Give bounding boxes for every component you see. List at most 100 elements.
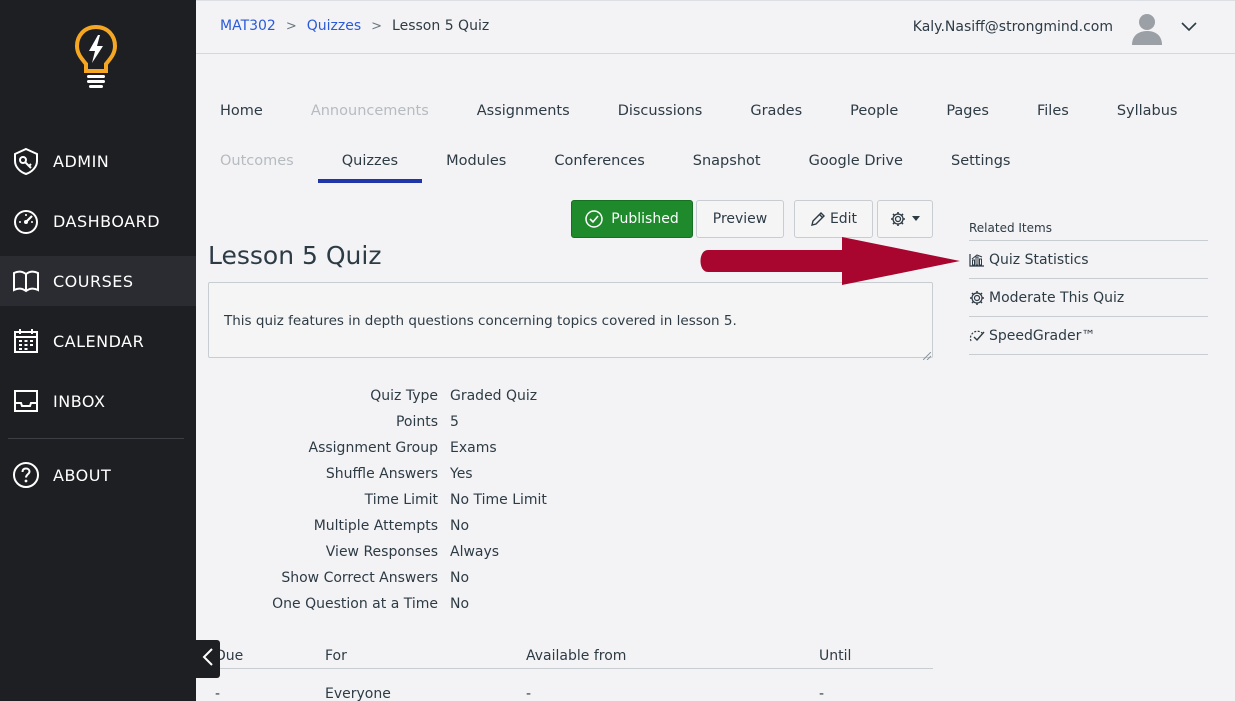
tab-syllabus[interactable]: Syllabus — [1117, 103, 1178, 119]
breadcrumb-current: Lesson 5 Quiz — [392, 18, 490, 34]
breadcrumb-course-link[interactable]: MAT302 — [220, 18, 276, 34]
related-items-heading: Related Items — [969, 221, 1208, 241]
quiz-description-text: This quiz features in depth questions co… — [224, 313, 737, 329]
collapse-nav-button[interactable] — [196, 640, 220, 678]
tab-people[interactable]: People — [850, 103, 898, 119]
detail-label: Points — [395, 414, 438, 430]
speedgrader-label: SpeedGrader™ — [989, 327, 1096, 344]
due-table-header: Due For Available from Until — [208, 643, 933, 669]
chevron-down-icon[interactable] — [1181, 19, 1197, 35]
nav-item-calendar[interactable]: CALENDAR — [0, 316, 196, 366]
tab-grades[interactable]: Grades — [750, 103, 802, 119]
detail-label: Quiz Type — [370, 388, 438, 404]
lightbulb-logo-icon[interactable] — [74, 24, 118, 90]
tab-pages[interactable]: Pages — [946, 103, 989, 119]
tab-modules[interactable]: Modules — [446, 153, 506, 169]
detail-value: Graded Quiz — [450, 388, 538, 404]
due-cell: - — [819, 685, 825, 701]
tab-quizzes[interactable]: Quizzes — [317, 153, 423, 183]
detail-row: Multiple Attempts No — [196, 513, 896, 539]
detail-value: No Time Limit — [450, 492, 547, 508]
nav-item-courses[interactable]: COURSES — [0, 256, 196, 306]
caret-down-icon — [912, 216, 920, 222]
breadcrumb-chevron-icon: > — [285, 18, 297, 34]
nav-item-dashboard[interactable]: DASHBOARD — [0, 196, 196, 246]
global-nav-sidebar: ADMIN DASHBOARD COURSES CALENDAR INBOX A… — [0, 0, 196, 701]
detail-label: One Question at a Time — [272, 596, 438, 612]
quiz-statistics-link[interactable]: Quiz Statistics — [969, 241, 1208, 279]
pencil-icon — [810, 211, 826, 227]
detail-row: Time Limit No Time Limit — [196, 487, 896, 513]
tab-home[interactable]: Home — [220, 103, 263, 119]
related-items: Related Items Quiz Statistics Moderate T… — [969, 221, 1208, 355]
user-email[interactable]: Kaly.Nasiff@strongmind.com — [913, 19, 1113, 35]
moderate-quiz-link[interactable]: Moderate This Quiz — [969, 279, 1208, 317]
quiz-details: Quiz Type Graded Quiz Points 5 Assignment Gr… — [196, 383, 896, 617]
calendar-icon — [12, 327, 40, 355]
detail-row: One Question at a Time No — [196, 591, 896, 617]
resize-grip-icon[interactable] — [922, 348, 932, 361]
speedgrader-icon — [969, 328, 989, 344]
tab-files[interactable]: Files — [1037, 103, 1069, 119]
detail-label: View Responses — [325, 544, 438, 560]
tab-google-drive[interactable]: Google Drive — [809, 153, 903, 169]
bar-chart-icon — [969, 252, 989, 268]
moderate-quiz-label: Moderate This Quiz — [989, 289, 1125, 306]
breadcrumb-quizzes-link[interactable]: Quizzes — [307, 18, 361, 34]
published-label: Published — [611, 211, 679, 227]
nav-item-about[interactable]: ABOUT — [0, 450, 196, 500]
question-circle-icon — [12, 461, 40, 489]
breadcrumb-chevron-icon: > — [371, 18, 383, 34]
detail-row: Assignment Group Exams — [196, 435, 896, 461]
chevron-left-icon — [202, 647, 214, 671]
due-cell: - — [215, 685, 221, 701]
nav-label-courses: COURSES — [53, 271, 134, 291]
breadcrumb: MAT302 > Quizzes > Lesson 5 Quiz — [220, 18, 489, 34]
course-tabs-row-1: Home Announcements Assignments Discussions G… — [220, 103, 1226, 119]
tab-settings[interactable]: Settings — [951, 153, 1010, 169]
detail-value: No — [450, 570, 470, 586]
detail-value: Yes — [450, 466, 473, 482]
shield-key-icon — [12, 147, 40, 175]
preview-button[interactable]: Preview — [696, 200, 784, 238]
speedgrader-link[interactable]: SpeedGrader™ — [969, 317, 1208, 355]
tab-outcomes[interactable]: Outcomes — [220, 153, 294, 169]
detail-row: Points 5 — [196, 409, 896, 435]
gear-icon — [969, 290, 989, 306]
course-tabs-row-2: Outcomes Quizzes Modules Conferences Snapsho… — [220, 153, 1058, 183]
detail-label: Time Limit — [364, 492, 438, 508]
detail-label: Multiple Attempts — [313, 518, 438, 534]
nav-item-admin[interactable]: ADMIN — [0, 136, 196, 186]
detail-row: Show Correct Answers No — [196, 565, 896, 591]
nav-item-inbox[interactable]: INBOX — [0, 376, 196, 426]
check-circle-icon — [585, 210, 604, 228]
table-row: - Everyone - - — [208, 669, 933, 701]
tab-discussions[interactable]: Discussions — [618, 103, 703, 119]
top-bar: MAT302 > Quizzes > Lesson 5 Quiz Kaly.Na… — [196, 1, 1235, 54]
nav-label-dashboard: DASHBOARD — [53, 211, 161, 231]
tab-snapshot[interactable]: Snapshot — [693, 153, 761, 169]
nav-label-admin: ADMIN — [53, 151, 110, 171]
tab-conferences[interactable]: Conferences — [554, 153, 644, 169]
tab-announcements[interactable]: Announcements — [311, 103, 429, 119]
detail-row: Quiz Type Graded Quiz — [196, 383, 896, 409]
quiz-description: This quiz features in depth questions co… — [208, 282, 933, 361]
nav-divider — [8, 438, 184, 439]
book-icon — [12, 267, 40, 295]
settings-menu-button[interactable] — [877, 200, 933, 238]
avatar[interactable] — [1130, 11, 1164, 45]
detail-value: Exams — [450, 440, 497, 456]
nav-label-calendar: CALENDAR — [53, 331, 145, 351]
tab-assignments[interactable]: Assignments — [477, 103, 570, 119]
edit-button[interactable]: Edit — [794, 200, 873, 238]
detail-label: Shuffle Answers — [325, 466, 438, 482]
detail-row: View Responses Always — [196, 539, 896, 565]
detail-label: Show Correct Answers — [281, 570, 438, 586]
due-cell: - — [526, 685, 532, 701]
published-button[interactable]: Published — [571, 200, 693, 238]
due-dates-table: Due For Available from Until - Everyone - - — [208, 643, 933, 701]
page-title: Lesson 5 Quiz — [208, 241, 382, 270]
due-header-for: For — [325, 647, 347, 664]
detail-row: Shuffle Answers Yes — [196, 461, 896, 487]
nav-label-about: ABOUT — [53, 465, 112, 485]
